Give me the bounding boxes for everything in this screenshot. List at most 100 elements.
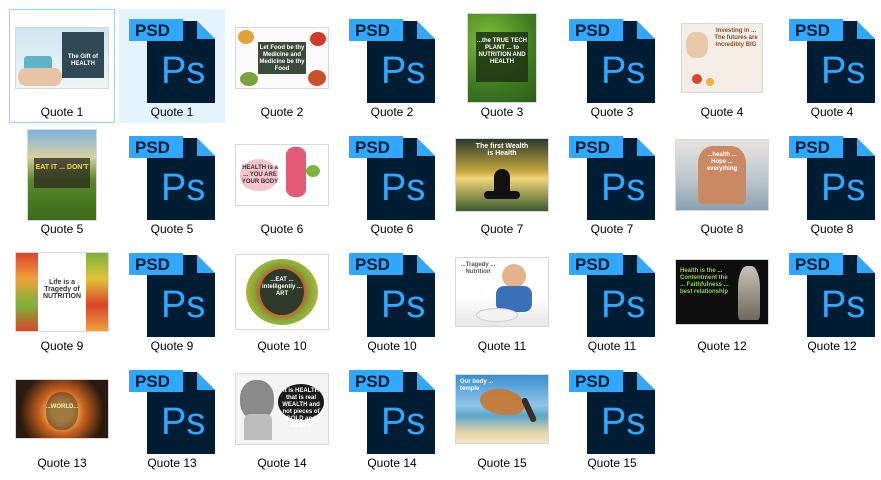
file-tile-quote-5-psd[interactable]: PSD Ps Quote 5 xyxy=(119,126,225,240)
thumb-quote-8: ...health ... Hope ... everything xyxy=(676,140,768,210)
file-label: Quote 15 xyxy=(587,456,637,470)
file-label: Quote 12 xyxy=(807,339,857,353)
file-tile-quote-1-psd[interactable]: PSD Ps Quote 1 xyxy=(119,9,225,123)
svg-text:PSD: PSD xyxy=(355,21,390,40)
svg-text:Ps: Ps xyxy=(601,284,645,326)
file-tile-quote-7-image[interactable]: The first Wealth is Health Quote 7 xyxy=(449,126,555,240)
thumb-quote-5: EAT IT ... DON'T xyxy=(28,130,96,220)
thumb-caption: The Gift of HEALTH xyxy=(68,54,98,67)
file-tile-quote-3-psd[interactable]: PSD Ps Quote 3 xyxy=(559,9,665,123)
file-label: Quote 6 xyxy=(370,222,414,236)
photoshop-file-icon: PSD Ps xyxy=(789,253,875,337)
image-thumbnail: The Gift of HEALTH xyxy=(10,14,114,102)
file-tile-quote-9-image[interactable]: Life is a Tragedy of NUTRITION Quote 9 xyxy=(9,243,115,357)
svg-text:PSD: PSD xyxy=(355,255,390,274)
file-tile-quote-10-psd[interactable]: PSD Ps Quote 10 xyxy=(339,243,445,357)
file-tile-quote-12-image[interactable]: Health is the ... Contentment the ... Fa… xyxy=(669,243,775,357)
file-tile-quote-7-psd[interactable]: PSD Ps Quote 7 xyxy=(559,126,665,240)
file-tile-quote-4-image[interactable]: Investing in ... The futures are incredi… xyxy=(669,9,775,123)
file-label: Quote 15 xyxy=(477,456,527,470)
image-thumbnail: Let Food be thy Medicine and Medicine be… xyxy=(230,14,334,102)
file-tile-quote-15-psd[interactable]: PSD Ps Quote 15 xyxy=(559,360,665,474)
file-tile-quote-2-image[interactable]: Let Food be thy Medicine and Medicine be… xyxy=(229,9,335,123)
svg-text:Ps: Ps xyxy=(161,401,205,443)
photoshop-file-icon: PSD Ps xyxy=(569,136,655,220)
file-label: Quote 9 xyxy=(150,339,194,353)
thumb-caption: HEALTH is a ... YOU ARE YOUR BODY xyxy=(241,165,279,185)
file-tile-quote-6-image[interactable]: HEALTH is a ... YOU ARE YOUR BODY Quote … xyxy=(229,126,335,240)
file-tile-quote-14-psd[interactable]: PSD Ps Quote 14 xyxy=(339,360,445,474)
thumb-quote-12: Health is the ... Contentment the ... Fa… xyxy=(676,260,768,324)
thumb-quote-13: ...WORLD... xyxy=(16,380,108,438)
svg-text:Ps: Ps xyxy=(601,401,645,443)
image-thumbnail: ...WORLD... xyxy=(10,365,114,453)
thumb-quote-14: It is HEALTH that is real WEALTH and not… xyxy=(236,374,328,444)
file-tile-quote-10-image[interactable]: ...EAT ... intelligently ... ART Quote 1… xyxy=(229,243,335,357)
file-label: Quote 10 xyxy=(367,339,417,353)
image-thumbnail: ...Tragedy ... Nutrition xyxy=(450,248,554,336)
photoshop-file-icon: PSD Ps xyxy=(349,370,435,454)
file-tile-quote-8-image[interactable]: ...health ... Hope ... everything Quote … xyxy=(669,126,775,240)
svg-text:PSD: PSD xyxy=(575,255,610,274)
file-tile-quote-9-psd[interactable]: PSD Ps Quote 9 xyxy=(119,243,225,357)
file-tile-quote-8-psd[interactable]: PSD Ps Quote 8 xyxy=(779,126,881,240)
file-label: Quote 2 xyxy=(370,105,414,119)
file-label: Quote 2 xyxy=(260,105,304,119)
file-label: Quote 7 xyxy=(480,222,524,236)
image-thumbnail: ...the TRUE TECH PLANT ... to NUTRITION … xyxy=(450,14,554,102)
file-label: Quote 6 xyxy=(260,222,304,236)
psd-file-icon: PSD Ps xyxy=(780,248,881,337)
file-tile-quote-4-psd[interactable]: PSD Ps Quote 4 xyxy=(779,9,881,123)
thumb-caption: Our body ... temple xyxy=(460,379,494,392)
photoshop-file-icon: PSD Ps xyxy=(789,136,875,220)
file-label: Quote 3 xyxy=(590,105,634,119)
svg-text:Ps: Ps xyxy=(381,401,425,443)
file-tile-quote-13-image[interactable]: ...WORLD... Quote 13 xyxy=(9,360,115,474)
svg-text:Ps: Ps xyxy=(821,50,865,92)
psd-file-icon: PSD Ps xyxy=(560,131,664,220)
thumb-quote-11: ...Tragedy ... Nutrition xyxy=(456,258,548,326)
file-label: Quote 13 xyxy=(147,456,197,470)
file-label: Quote 4 xyxy=(700,105,744,119)
file-tile-quote-5-image[interactable]: EAT IT ... DON'T Quote 5 xyxy=(9,126,115,240)
thumb-quote-1: The Gift of HEALTH xyxy=(16,28,108,88)
file-tile-quote-3-image[interactable]: ...the TRUE TECH PLANT ... to NUTRITION … xyxy=(449,9,555,123)
file-tile-quote-11-image[interactable]: ...Tragedy ... Nutrition Quote 11 xyxy=(449,243,555,357)
file-tile-quote-15-image[interactable]: Our body ... temple Quote 15 xyxy=(449,360,555,474)
file-tile-quote-12-psd[interactable]: PSD Ps Quote 12 xyxy=(779,243,881,357)
thumb-quote-6: HEALTH is a ... YOU ARE YOUR BODY xyxy=(236,145,328,205)
psd-file-icon: PSD Ps xyxy=(340,248,444,337)
svg-text:Ps: Ps xyxy=(601,167,645,209)
psd-file-icon: PSD Ps xyxy=(560,365,664,454)
thumb-caption: Investing in ... The futures are incredi… xyxy=(714,28,758,48)
photoshop-file-icon: PSD Ps xyxy=(129,370,215,454)
thumb-quote-4: Investing in ... The futures are incredi… xyxy=(682,24,762,92)
file-tile-quote-1-image[interactable]: The Gift of HEALTH Quote 1 xyxy=(9,9,115,123)
image-thumbnail: HEALTH is a ... YOU ARE YOUR BODY xyxy=(230,131,334,219)
file-tile-quote-14-image[interactable]: It is HEALTH that is real WEALTH and not… xyxy=(229,360,335,474)
file-label: Quote 1 xyxy=(150,105,194,119)
file-grid: The Gift of HEALTH Quote 1 PSD Ps Quote 1… xyxy=(0,0,881,480)
file-label: Quote 9 xyxy=(40,339,84,353)
photoshop-file-icon: PSD Ps xyxy=(349,19,435,103)
image-thumbnail: ...EAT ... intelligently ... ART xyxy=(230,248,334,336)
file-tile-quote-11-psd[interactable]: PSD Ps Quote 11 xyxy=(559,243,665,357)
svg-text:Ps: Ps xyxy=(381,167,425,209)
svg-text:Ps: Ps xyxy=(161,167,205,209)
thumb-caption: ...health ... Hope ... everything xyxy=(706,152,738,172)
file-tile-quote-13-psd[interactable]: PSD Ps Quote 13 xyxy=(119,360,225,474)
thumb-caption: ...Tragedy ... Nutrition xyxy=(460,262,496,275)
file-tile-quote-6-psd[interactable]: PSD Ps Quote 6 xyxy=(339,126,445,240)
file-label: Quote 12 xyxy=(697,339,747,353)
svg-text:Ps: Ps xyxy=(161,284,205,326)
photoshop-file-icon: PSD Ps xyxy=(789,19,875,103)
image-thumbnail: ...health ... Hope ... everything xyxy=(670,131,774,219)
photoshop-file-icon: PSD Ps xyxy=(569,370,655,454)
file-tile-quote-2-psd[interactable]: PSD Ps Quote 2 xyxy=(339,9,445,123)
file-label: Quote 1 xyxy=(40,105,84,119)
photoshop-file-icon: PSD Ps xyxy=(129,19,215,103)
thumb-caption: Life is a Tragedy of NUTRITION xyxy=(42,279,82,300)
svg-text:PSD: PSD xyxy=(795,21,830,40)
file-label: Quote 13 xyxy=(37,456,87,470)
photoshop-file-icon: PSD Ps xyxy=(349,253,435,337)
